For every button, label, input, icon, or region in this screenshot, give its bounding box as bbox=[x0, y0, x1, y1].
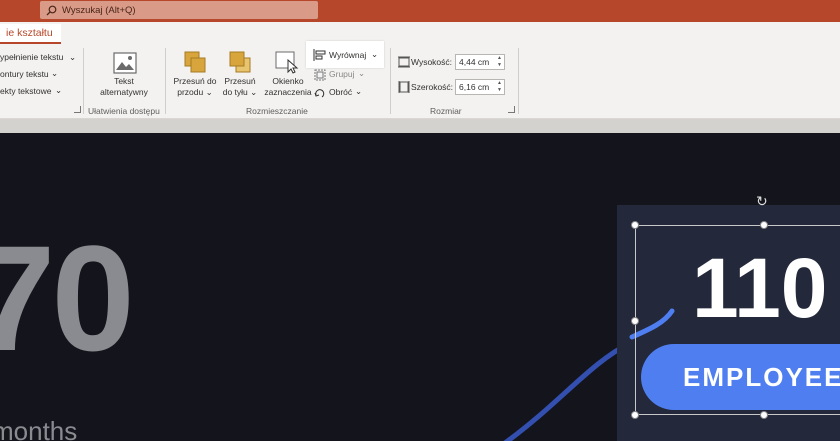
chevron-down-icon: ⌄ bbox=[69, 52, 77, 62]
tab-shape-format[interactable]: ie kształtu bbox=[0, 24, 61, 44]
group-separator bbox=[518, 48, 519, 114]
bring-forward-label-line2: przodu bbox=[177, 87, 204, 97]
width-label: Szerokość: bbox=[411, 82, 454, 92]
alt-text-button[interactable]: Tekst alternatywny bbox=[90, 76, 158, 98]
chevron-down-icon: ⌄ bbox=[355, 86, 363, 96]
height-value: 4,44 cm bbox=[459, 57, 490, 67]
chevron-down-icon: ⌄ bbox=[205, 87, 213, 97]
alt-text-icon bbox=[113, 52, 137, 79]
height-input[interactable]: 4,44 cm ▲ ▼ bbox=[455, 54, 505, 70]
selection-box[interactable] bbox=[635, 225, 840, 415]
send-backward-icon bbox=[228, 50, 252, 79]
group-button[interactable]: Grupuj bbox=[329, 69, 355, 79]
send-backward-label-line1: Przesuń bbox=[224, 76, 256, 86]
search-placeholder: Wyszukaj (Alt+Q) bbox=[62, 4, 136, 16]
resize-handle-bottom[interactable] bbox=[760, 411, 768, 419]
selection-pane-label-line2: zaznaczenia bbox=[264, 87, 312, 97]
rotate-button[interactable]: Obróć bbox=[329, 87, 352, 97]
search-box[interactable]: Wyszukaj (Alt+Q) bbox=[40, 1, 318, 19]
selection-pane-label-line1: Okienko bbox=[272, 76, 304, 86]
ribbon-bottom-strip bbox=[0, 119, 840, 133]
spinner-arrows-icon[interactable]: ▲ ▼ bbox=[497, 55, 502, 69]
group-separator bbox=[390, 48, 391, 114]
alt-text-label-line2: alternatywny bbox=[100, 87, 148, 97]
dialog-launcher-icon[interactable] bbox=[74, 106, 81, 113]
chevron-down-icon: ⌄ bbox=[358, 68, 366, 78]
size-group-label: Rozmiar bbox=[430, 106, 462, 116]
width-value: 6,16 cm bbox=[459, 82, 490, 92]
text-fill-button[interactable]: ypełnienie tekstu bbox=[0, 52, 63, 62]
send-backward-button[interactable]: Przesuń do tyłu ⌄ bbox=[218, 76, 262, 98]
align-button[interactable]: Wyrównaj bbox=[329, 50, 366, 60]
ribbon-tab-row bbox=[0, 22, 840, 44]
resize-handle-bottom-left[interactable] bbox=[631, 411, 639, 419]
height-icon bbox=[398, 55, 410, 73]
bring-forward-label-line1: Przesuń do bbox=[173, 76, 217, 86]
alt-text-label-line1: Tekst bbox=[114, 76, 134, 86]
dialog-launcher-icon[interactable] bbox=[508, 106, 515, 113]
slide-canvas[interactable]: 70 months 110 EMPLOYEES ↻ bbox=[0, 133, 840, 441]
resize-handle-top-left[interactable] bbox=[631, 221, 639, 229]
text-outline-button[interactable]: ontury tekstu bbox=[0, 69, 49, 79]
align-icon bbox=[313, 48, 327, 66]
group-separator bbox=[165, 48, 166, 114]
chevron-down-icon: ⌄ bbox=[51, 68, 59, 78]
bring-forward-icon bbox=[183, 50, 207, 79]
rotate-icon bbox=[314, 86, 326, 104]
height-label: Wysokość: bbox=[411, 57, 453, 67]
width-input[interactable]: 6,16 cm ▲ ▼ bbox=[455, 79, 505, 95]
selection-pane-button[interactable]: Okienko zaznaczenia bbox=[262, 76, 314, 98]
group-separator bbox=[83, 48, 84, 114]
group-icon bbox=[314, 68, 326, 86]
spinner-arrows-icon[interactable]: ▲ ▼ bbox=[497, 80, 502, 94]
resize-handle-top[interactable] bbox=[760, 221, 768, 229]
width-icon bbox=[398, 80, 410, 98]
send-backward-label-line2: do tyłu bbox=[222, 87, 248, 97]
text-effects-button[interactable]: ekty tekstowe bbox=[0, 86, 52, 96]
rotate-handle-icon[interactable]: ↻ bbox=[756, 193, 768, 210]
accessibility-group-label: Ułatwienia dostępu bbox=[88, 106, 160, 116]
selection-pane-icon bbox=[274, 50, 300, 79]
chevron-down-icon: ⌄ bbox=[250, 87, 258, 97]
arrange-group-label: Rozmieszczanie bbox=[246, 106, 308, 116]
chevron-down-icon: ⌄ bbox=[371, 49, 379, 59]
bring-forward-button[interactable]: Przesuń do przodu ⌄ bbox=[170, 76, 220, 98]
resize-handle-left[interactable] bbox=[631, 317, 639, 325]
title-bar: Wyszukaj (Alt+Q) bbox=[0, 0, 840, 22]
search-icon bbox=[40, 5, 62, 16]
chevron-down-icon: ⌄ bbox=[55, 85, 63, 95]
